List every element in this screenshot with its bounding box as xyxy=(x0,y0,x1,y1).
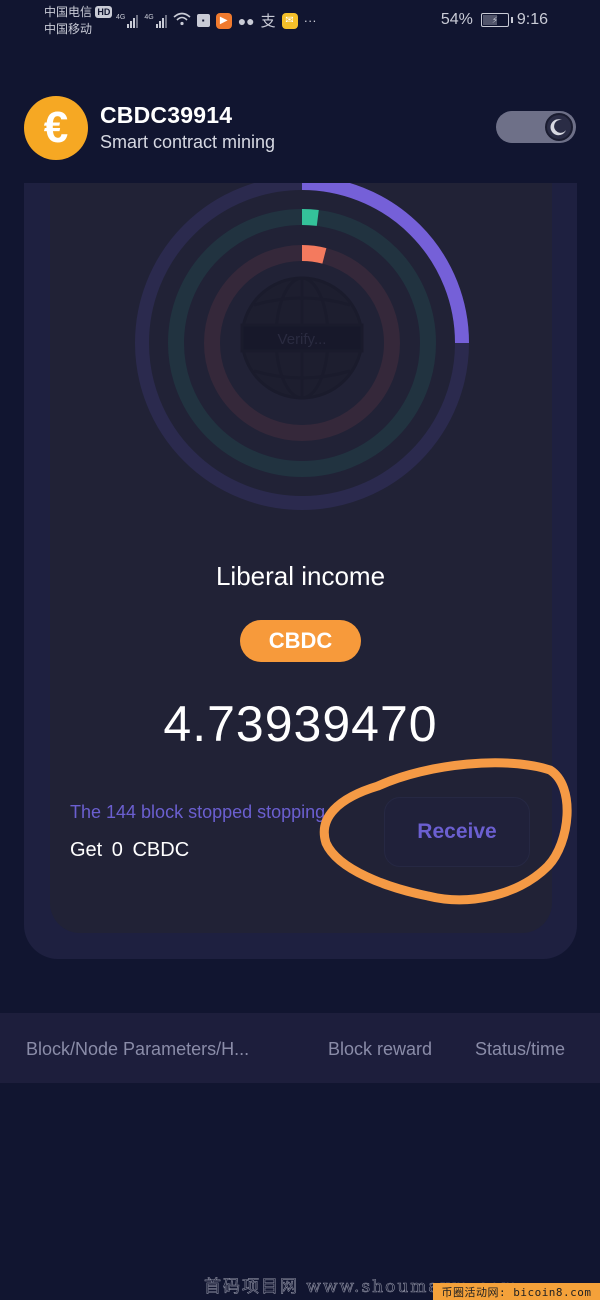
moon-icon xyxy=(545,113,573,141)
income-amount: 4.73939470 xyxy=(163,696,438,752)
inner-ring-progress xyxy=(301,245,327,264)
get-amount-text: Get 0 CBDC xyxy=(70,839,190,861)
block-status-text: The 144 block stopped stopping xyxy=(70,802,326,822)
middle-ring-progress xyxy=(301,209,319,226)
wifi-icon xyxy=(173,12,191,29)
status-bar: 中国电信 HD 中国移动 4G 4G ▪ ▶ ●● 支 ✉ ··· 54% ⚡ … xyxy=(0,0,600,44)
clock: 9:16 xyxy=(516,11,548,28)
page-title: CBDC39914 xyxy=(100,102,233,128)
more-notifications-icon: ··· xyxy=(303,13,317,28)
carrier-1: 中国电信 xyxy=(44,5,93,19)
status-right: 54% ⚡ 9:16 xyxy=(441,11,548,29)
carrier-info: 中国电信 HD 中国移动 xyxy=(44,4,113,38)
table-header: Block/Node Parameters/H... Block reward … xyxy=(0,1013,600,1083)
page-subtitle: Smart contract mining xyxy=(100,132,276,152)
receive-button[interactable]: Receive xyxy=(384,797,530,867)
column-header-block-reward[interactable]: Block reward xyxy=(328,1039,432,1060)
mining-card: Verify... Liberal income CBDC 4.73939470… xyxy=(24,183,577,959)
video-app-icon: ▶ xyxy=(215,12,232,29)
signal-icon: 4G xyxy=(116,14,139,28)
mail-app-icon: ✉ xyxy=(281,12,298,29)
carrier-2: 中国移动 xyxy=(44,22,93,36)
battery-percent: 54% xyxy=(440,11,473,28)
income-label: Liberal income xyxy=(215,561,386,591)
chip-icon: ▪ xyxy=(196,14,210,27)
dark-mode-toggle[interactable] xyxy=(496,111,576,143)
app-header: € CBDC39914 Smart contract mining xyxy=(24,96,576,160)
promo-banner: 币圈活动网: bicoin8.com xyxy=(433,1283,600,1300)
wechat-icon: ●● xyxy=(237,12,255,29)
progress-rings: Verify... xyxy=(135,183,469,510)
status-icons: 4G 4G ▪ ▶ ●● 支 ✉ ··· xyxy=(116,10,317,31)
token-badge: CBDC xyxy=(240,620,361,662)
column-header-block-node[interactable]: Block/Node Parameters/H... xyxy=(26,1039,249,1060)
euro-coin-icon: € xyxy=(24,96,88,160)
signal-icon: 4G xyxy=(144,14,167,28)
hd-badge: HD xyxy=(95,6,113,18)
verify-label: Verify... xyxy=(278,331,327,348)
column-header-status-time[interactable]: Status/time xyxy=(475,1039,565,1060)
battery-icon: ⚡ xyxy=(480,13,513,27)
alipay-icon: 支 xyxy=(260,13,276,30)
